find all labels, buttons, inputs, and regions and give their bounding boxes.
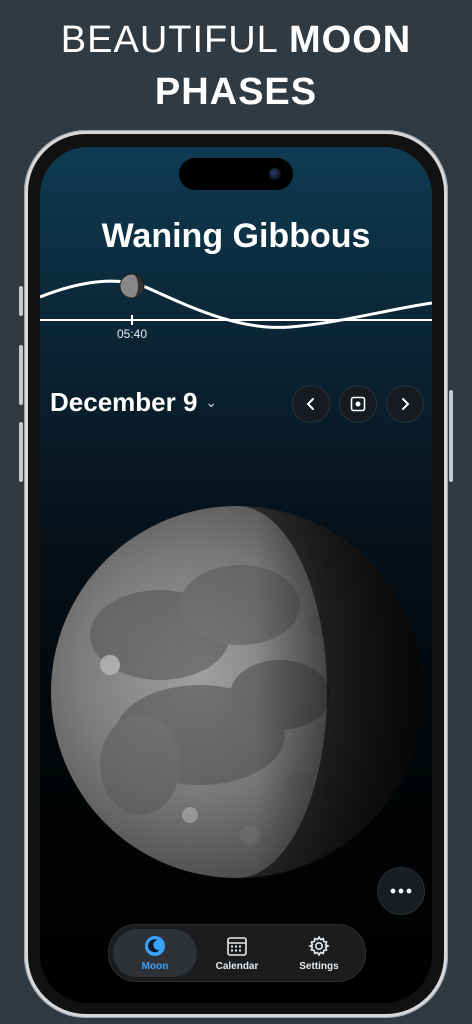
moon-phase-image[interactable] <box>50 505 424 879</box>
headline-bold-text: MOON <box>288 19 412 61</box>
wave-time-label: 05:40 <box>116 327 148 341</box>
promo-headline: BEAUTIFUL MOON PHASES <box>0 14 472 118</box>
chevron-left-icon <box>306 398 314 410</box>
dynamic-island <box>179 158 293 190</box>
more-dots-icon <box>390 888 412 894</box>
date-label: December 9 <box>50 387 198 417</box>
headline-second-line: PHASES <box>154 71 318 113</box>
tab-calendar-label: Calendar <box>215 960 259 972</box>
volume-up-button <box>19 345 23 405</box>
moon-icon <box>145 935 165 956</box>
tab-calendar[interactable]: Calendar <box>195 929 279 977</box>
app-screen: Waning Gibbous 05:40 December 9 ⌄ Moon C… <box>40 147 432 1003</box>
mute-switch <box>19 286 23 316</box>
next-day-button[interactable] <box>386 385 424 423</box>
tab-settings[interactable]: Settings <box>277 929 361 977</box>
camera-icon <box>269 168 281 180</box>
chevron-down-icon: ⌄ <box>205 394 218 410</box>
previous-day-button[interactable] <box>292 385 330 423</box>
tab-moon[interactable]: Moon <box>113 929 197 977</box>
today-button[interactable] <box>339 385 377 423</box>
power-button <box>449 390 453 482</box>
date-selector[interactable]: December 9 ⌄ <box>50 387 217 418</box>
tab-settings-label: Settings <box>299 960 339 972</box>
gear-icon <box>308 934 330 957</box>
volume-down-button <box>19 422 23 482</box>
calendar-icon <box>227 936 247 956</box>
headline-light-text: BEAUTIFUL <box>60 19 278 61</box>
more-button[interactable] <box>377 867 425 915</box>
target-square-icon <box>350 396 366 412</box>
tab-bar: Moon Calendar Settings <box>108 924 366 982</box>
tab-moon-label: Moon <box>141 960 169 972</box>
phase-title: Waning Gibbous <box>101 217 371 255</box>
moon-altitude-wave[interactable] <box>40 267 432 337</box>
chevron-right-icon <box>402 398 410 410</box>
